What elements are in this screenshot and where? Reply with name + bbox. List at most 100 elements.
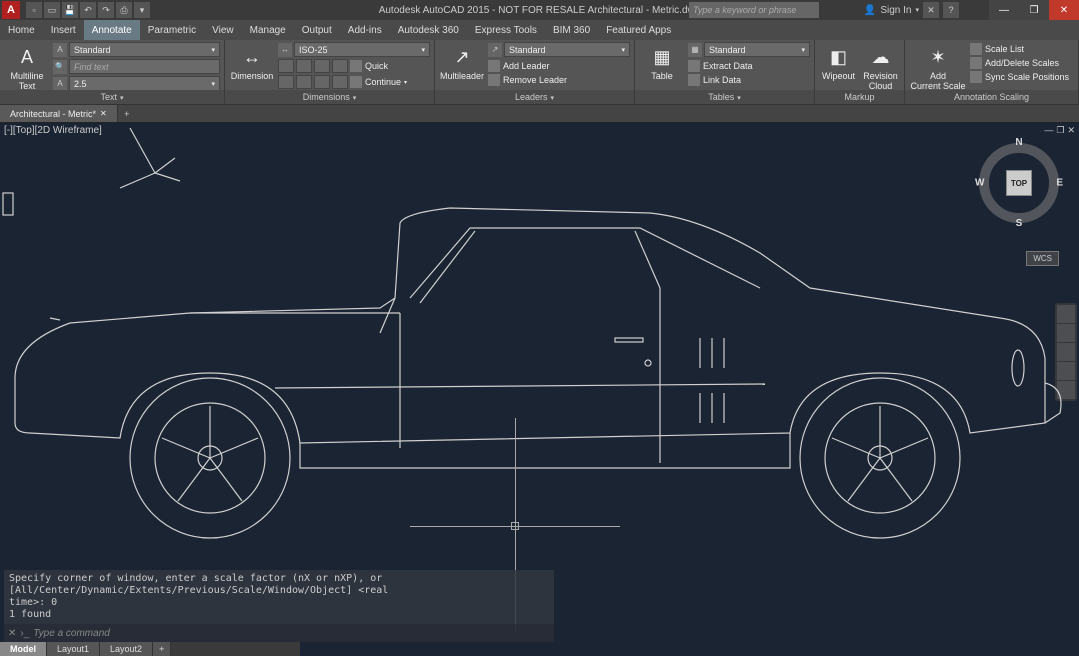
command-input[interactable]: Type a command <box>33 628 110 639</box>
tab-home[interactable]: Home <box>0 20 43 40</box>
command-line[interactable]: ✕ ›_ Type a command <box>4 624 554 642</box>
cmd-arrow-icon[interactable]: ›_ <box>20 628 29 639</box>
title-bar: A ▫ ▭ 💾 ↶ ↷ ⎙ ▾ Autodesk AutoCAD 2015 - … <box>0 0 1079 20</box>
window-title: Autodesk AutoCAD 2015 - NOT FOR RESALE A… <box>379 5 701 16</box>
table-button[interactable]: ▦ Table <box>639 42 685 83</box>
panel-leaders-label[interactable]: Leaders▾ <box>435 90 634 104</box>
tab-express[interactable]: Express Tools <box>467 20 545 40</box>
dim-jogged-button[interactable] <box>332 75 348 89</box>
wipeout-button[interactable]: ◧ Wipeout <box>819 42 858 83</box>
minimize-button[interactable]: — <box>989 0 1019 20</box>
tab-manage[interactable]: Manage <box>242 20 294 40</box>
qat-dropdown-icon[interactable]: ▾ <box>134 2 150 18</box>
dim-arc-button[interactable] <box>332 59 348 73</box>
add-leader-button[interactable]: Add Leader <box>488 59 630 73</box>
tab-featured[interactable]: Featured Apps <box>598 20 679 40</box>
extract-data-button[interactable]: Extract Data <box>688 59 810 73</box>
model-tab[interactable]: Model <box>0 642 47 656</box>
find-icon: 🔍 <box>53 60 67 74</box>
leader-style-combo[interactable]: Standard▾ <box>504 42 630 57</box>
tab-output[interactable]: Output <box>294 20 340 40</box>
exchange-icon[interactable]: ✕ <box>923 2 939 18</box>
dim-diameter-button[interactable] <box>296 75 312 89</box>
panel-markup: ◧ Wipeout ☁ Revision Cloud Markup <box>815 40 905 104</box>
account-area[interactable]: 👤 Sign In ▾ ✕ ? <box>864 2 959 18</box>
close-button[interactable]: ✕ <box>1049 0 1079 20</box>
qat-print-icon[interactable]: ⎙ <box>116 2 132 18</box>
panel-text-label[interactable]: Text▾ <box>0 90 224 104</box>
add-leader-icon <box>488 60 500 72</box>
dim-continue-button[interactable]: Continue▾ <box>350 75 407 89</box>
table-style-combo[interactable]: Standard▾ <box>704 42 810 57</box>
dim-quick-button[interactable]: Quick <box>350 59 388 73</box>
new-doc-button[interactable]: + <box>118 105 136 122</box>
command-history: Specify corner of window, enter a scale … <box>4 570 554 624</box>
front-wheel <box>130 378 290 538</box>
panel-dim-label[interactable]: Dimensions▾ <box>225 90 434 104</box>
sync-scale-button[interactable]: Sync Scale Positions <box>970 70 1074 84</box>
maximize-button[interactable]: ❐ <box>1019 0 1049 20</box>
dim-aligned-button[interactable] <box>296 59 312 73</box>
close-doc-icon[interactable]: ✕ <box>100 109 107 118</box>
tab-bim360[interactable]: BIM 360 <box>545 20 598 40</box>
drawing-canvas[interactable]: [-][Top][2D Wireframe] — ❐ ✕ TOP N S E W… <box>0 123 1079 656</box>
multileader-button[interactable]: ↗ Multileader <box>439 42 485 83</box>
panel-scaling: ✶ Add Current Scale Scale List Add/Delet… <box>905 40 1079 104</box>
sync-icon <box>970 71 982 83</box>
panel-dimensions: ↔ Dimension ↔ISO-25▾ Quick Continue <box>225 40 435 104</box>
qat-redo-icon[interactable]: ↷ <box>98 2 114 18</box>
text-height-combo[interactable]: 2.5▾ <box>69 76 220 91</box>
leader-icon: ↗ <box>449 44 475 70</box>
quick-icon <box>350 60 362 72</box>
qat-save-icon[interactable]: 💾 <box>62 2 78 18</box>
tablestyle-icon: ▦ <box>688 43 702 57</box>
scale-list-button[interactable]: Scale List <box>970 42 1074 56</box>
dimstyle-icon: ↔ <box>278 43 292 57</box>
multiline-text-button[interactable]: A Multiline Text <box>4 42 50 93</box>
document-tabs: Architectural - Metric*✕ + <box>0 105 1079 123</box>
command-area: Specify corner of window, enter a scale … <box>4 570 554 642</box>
tab-parametric[interactable]: Parametric <box>140 20 204 40</box>
qat-open-icon[interactable]: ▭ <box>44 2 60 18</box>
cmd-close-icon[interactable]: ✕ <box>8 628 16 639</box>
app-logo-icon[interactable]: A <box>2 1 20 19</box>
text-style-combo[interactable]: Standard▾ <box>69 42 220 57</box>
link-data-button[interactable]: Link Data <box>688 73 810 87</box>
remove-leader-button[interactable]: Remove Leader <box>488 73 630 87</box>
link-icon <box>688 74 700 86</box>
crosshair-pickbox <box>511 522 519 530</box>
tab-a360[interactable]: Autodesk 360 <box>390 20 467 40</box>
abc-icon: A <box>53 43 67 57</box>
dim-ordinate-button[interactable] <box>314 75 330 89</box>
ucs-icon <box>120 128 180 188</box>
revcloud-button[interactable]: ☁ Revision Cloud <box>861 42 900 93</box>
tab-insert[interactable]: Insert <box>43 20 84 40</box>
add-delete-scales-button[interactable]: Add/Delete Scales <box>970 56 1074 70</box>
tab-view[interactable]: View <box>204 20 242 40</box>
document-tab[interactable]: Architectural - Metric*✕ <box>0 105 118 122</box>
dim-linear-button[interactable] <box>278 59 294 73</box>
layout2-tab[interactable]: Layout2 <box>100 642 153 656</box>
person-icon: 👤 <box>864 5 876 16</box>
dimension-button[interactable]: ↔ Dimension <box>229 42 275 83</box>
cloud-icon: ☁ <box>868 44 894 70</box>
panel-text: A Multiline Text AStandard▾ 🔍Find text A… <box>0 40 225 104</box>
find-text-input[interactable]: Find text <box>69 59 220 74</box>
tab-addins[interactable]: Add-ins <box>340 20 390 40</box>
continue-icon <box>350 76 362 88</box>
qat-undo-icon[interactable]: ↶ <box>80 2 96 18</box>
tab-annotate[interactable]: Annotate <box>84 20 140 40</box>
add-scale-button[interactable]: ✶ Add Current Scale <box>909 42 967 93</box>
help-icon[interactable]: ? <box>943 2 959 18</box>
viewcube-face[interactable]: TOP <box>1006 170 1032 196</box>
dim-style-combo[interactable]: ISO-25▾ <box>294 42 430 57</box>
taillight <box>1012 350 1024 386</box>
text-icon: A <box>14 44 40 70</box>
help-search-input[interactable]: Type a keyword or phrase <box>689 2 819 18</box>
layout1-tab[interactable]: Layout1 <box>47 642 100 656</box>
panel-tables-label[interactable]: Tables▾ <box>635 90 814 104</box>
qat-new-icon[interactable]: ▫ <box>26 2 42 18</box>
add-layout-button[interactable]: + <box>153 642 171 656</box>
dim-angular-button[interactable] <box>314 59 330 73</box>
dim-radius-button[interactable] <box>278 75 294 89</box>
